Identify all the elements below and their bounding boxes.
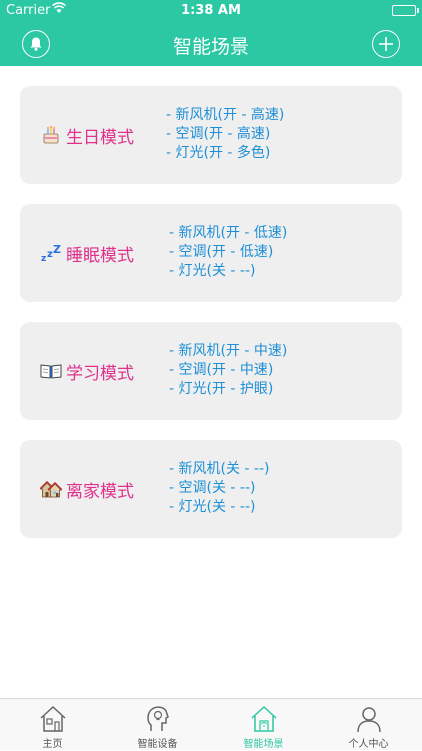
scene-card-away[interactable]: 离家模式 - 新风机(关 - --) - 空调(关 - --) - 灯光(关 -… xyxy=(20,440,402,538)
scene-card-birthday[interactable]: 生日模式 - 新风机(开 - 高速) - 空调(开 - 高速) - 灯光(开 -… xyxy=(20,86,402,184)
scene-detail-air-conditioner: - 空调(开 - 低速) xyxy=(169,244,274,260)
scene-mode: 生日模式 xyxy=(40,86,134,184)
scene-detail-air-conditioner: - 空调(开 - 高速) xyxy=(166,126,271,142)
tab-smart-devices[interactable]: 智能设备 xyxy=(105,699,210,751)
plus-icon xyxy=(379,37,393,51)
smart-home-icon xyxy=(250,705,277,732)
houses-icon xyxy=(40,478,62,500)
birthday-cake-icon xyxy=(40,124,62,146)
tab-label: 个人中心 xyxy=(348,739,389,750)
battery-icon xyxy=(392,5,416,16)
scene-mode: 学习模式 xyxy=(40,322,134,420)
scene-card-sleep[interactable]: z z Z 睡眠模式 - 新风机(开 - 低速) - 空调(开 - 低速) - … xyxy=(20,204,402,302)
scene-details: - 新风机(关 - --) - 空调(关 - --) - 灯光(关 - --) xyxy=(169,460,269,517)
person-icon xyxy=(356,707,381,733)
scene-card-study[interactable]: 学习模式 - 新风机(开 - 中速) - 空调(开 - 中速) - 灯光(开 -… xyxy=(20,322,402,420)
scene-name: 离家模式 xyxy=(66,481,134,502)
tab-label: 主页 xyxy=(42,739,63,750)
scene-mode: z z Z 睡眠模式 xyxy=(40,204,134,302)
svg-text:z: z xyxy=(41,254,46,263)
home-icon xyxy=(39,705,66,732)
scene-details: - 新风机(开 - 中速) - 空调(开 - 中速) - 灯光(开 - 护眼) xyxy=(169,342,287,399)
scene-detail-fresh-air: - 新风机(开 - 高速) xyxy=(166,107,285,123)
scene-detail-fresh-air: - 新风机(开 - 低速) xyxy=(169,225,288,241)
scene-name: 睡眠模式 xyxy=(66,245,134,266)
tab-smart-scenes[interactable]: 智能场景 xyxy=(211,699,316,751)
scene-detail-fresh-air: - 新风机(开 - 中速) xyxy=(169,343,288,359)
add-scene-button[interactable] xyxy=(372,30,400,58)
scene-name: 生日模式 xyxy=(66,127,134,148)
navigation-bar: 智能场景 xyxy=(0,22,422,66)
tab-profile[interactable]: 个人中心 xyxy=(316,699,421,751)
scene-details: - 新风机(开 - 高速) - 空调(开 - 高速) - 灯光(开 - 多色) xyxy=(166,106,284,163)
scene-detail-lights: - 灯光(开 - 多色) xyxy=(166,145,271,161)
scene-name: 学习模式 xyxy=(66,363,134,384)
page-title: 智能场景 xyxy=(172,36,249,58)
tab-label: 智能设备 xyxy=(137,739,178,750)
tab-bar: 主页 智能设备 智能场景 个人中心 xyxy=(0,698,422,750)
tab-label: 智能场景 xyxy=(243,739,284,750)
scene-detail-lights: - 灯光(开 - 护眼) xyxy=(169,381,274,397)
svg-text:Z: Z xyxy=(53,243,61,256)
scene-mode: 离家模式 xyxy=(40,440,134,538)
battery-tip xyxy=(417,8,419,13)
scene-details: - 新风机(开 - 低速) - 空调(开 - 低速) - 灯光(关 - --) xyxy=(169,224,287,281)
status-bar: Carrier 1:38 AM xyxy=(0,0,422,22)
open-book-icon xyxy=(40,360,62,382)
head-bulb-icon xyxy=(146,706,169,731)
scene-detail-fresh-air: - 新风机(关 - --) xyxy=(169,461,270,477)
clock: 1:38 AM xyxy=(181,3,241,18)
sleep-zzz-icon: z z Z xyxy=(40,242,62,264)
scene-detail-air-conditioner: - 空调(开 - 中速) xyxy=(169,362,274,378)
scene-list: 生日模式 - 新风机(开 - 高速) - 空调(开 - 高速) - 灯光(开 -… xyxy=(0,66,422,698)
tab-home[interactable]: 主页 xyxy=(0,699,105,751)
scene-detail-lights: - 灯光(关 - --) xyxy=(169,499,256,515)
scene-detail-air-conditioner: - 空调(关 - --) xyxy=(169,480,256,496)
scene-detail-lights: - 灯光(关 - --) xyxy=(169,263,256,279)
